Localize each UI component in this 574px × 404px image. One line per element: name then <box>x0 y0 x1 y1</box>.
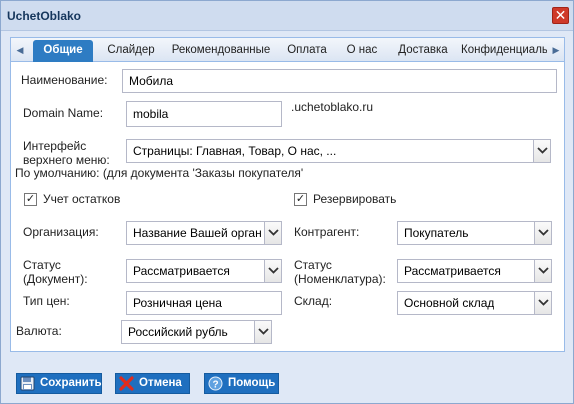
close-button[interactable]: ✕ <box>552 7 569 24</box>
domain-label: Domain Name: <box>23 106 104 120</box>
tab-privacy[interactable]: Конфиденциальность <box>461 40 547 62</box>
price-type-label: Тип цен: <box>23 294 70 308</box>
tab-scroll-right-icon[interactable]: ▶ <box>549 42 563 58</box>
tab-payment[interactable]: Оплата <box>277 40 337 62</box>
domain-suffix: .uchetoblako.ru <box>291 100 374 114</box>
tab-slider[interactable]: Слайдер <box>97 40 165 62</box>
menu-select[interactable]: Страницы: Главная, Товар, О нас, ... <box>126 139 551 163</box>
currency-select[interactable]: Российский рубль <box>121 320 272 344</box>
tab-recommended[interactable]: Рекомендованные <box>165 40 277 62</box>
chevron-down-icon[interactable] <box>533 140 550 162</box>
currency-label: Валюта: <box>16 324 62 338</box>
counterparty-select[interactable]: Покупатель <box>397 221 552 245</box>
stock-label: Учет остатков <box>43 192 121 206</box>
chevron-down-icon[interactable] <box>534 260 551 282</box>
warehouse-select-value: Основной склад <box>404 296 495 310</box>
status-doc-select-value: Рассматривается <box>133 264 230 278</box>
chevron-down-icon[interactable] <box>534 292 551 314</box>
chevron-down-icon[interactable] <box>264 260 281 282</box>
svg-text:?: ? <box>212 380 218 391</box>
counterparty-label: Контрагент: <box>294 225 360 239</box>
name-input[interactable]: Мобила <box>122 69 557 93</box>
status-nom-select-value: Рассматривается <box>404 264 501 278</box>
tab-delivery[interactable]: Доставка <box>389 40 457 62</box>
reserve-checkbox[interactable]: ✓ <box>294 193 307 206</box>
domain-input[interactable]: mobila <box>126 101 282 127</box>
save-icon <box>20 376 35 391</box>
org-label: Организация: <box>23 225 99 239</box>
tab-about[interactable]: О нас <box>337 40 387 62</box>
menu-label-line2: верхнего меню: <box>23 153 110 167</box>
help-icon: ? <box>208 376 223 391</box>
tab-strip: ◀ Общие Слайдер Рекомендованные Оплата О… <box>11 38 564 62</box>
name-label: Наименование: <box>21 73 108 87</box>
counterparty-select-value: Покупатель <box>404 226 469 240</box>
status-nom-label-line1: Статус <box>294 258 332 272</box>
chevron-down-icon[interactable] <box>254 321 271 343</box>
org-select-value: Название Вашей организации <box>133 226 261 240</box>
save-button[interactable]: Сохранить <box>16 373 102 394</box>
currency-select-value: Российский рубль <box>128 325 228 339</box>
menu-label-line1: Интерфейс <box>23 139 87 153</box>
stock-checkbox[interactable]: ✓ <box>24 193 37 206</box>
reserve-label: Резервировать <box>313 192 397 206</box>
menu-select-value: Страницы: Главная, Товар, О нас, ... <box>133 144 337 158</box>
help-button[interactable]: ? Помощь <box>204 373 279 394</box>
tab-scroll-left-icon[interactable]: ◀ <box>13 42 27 58</box>
status-nom-label-line2: (Номенклатура): <box>294 272 386 286</box>
org-select[interactable]: Название Вашей организации <box>126 221 282 245</box>
cancel-button[interactable]: Отмена <box>115 373 190 394</box>
status-doc-label-line1: Статус <box>23 258 61 272</box>
tab-general[interactable]: Общие <box>33 40 93 62</box>
settings-panel: ◀ Общие Слайдер Рекомендованные Оплата О… <box>10 37 565 352</box>
save-label: Сохранить <box>40 377 102 389</box>
close-icon: ✕ <box>554 7 567 23</box>
status-nom-select[interactable]: Рассматривается <box>397 259 552 283</box>
cancel-x-icon <box>119 376 134 391</box>
default-hint: По умолчанию: (для документа 'Заказы пок… <box>15 166 304 180</box>
warehouse-select[interactable]: Основной склад <box>397 291 552 315</box>
chevron-down-icon[interactable] <box>534 222 551 244</box>
cancel-label: Отмена <box>139 377 182 389</box>
title-bar[interactable]: UchetOblako ✕ <box>1 1 573 31</box>
chevron-down-icon[interactable] <box>264 222 281 244</box>
window-title: UchetOblako <box>7 9 82 23</box>
status-doc-select[interactable]: Рассматривается <box>126 259 282 283</box>
status-doc-label-line2: (Документ): <box>23 272 88 286</box>
help-label: Помощь <box>228 377 276 389</box>
warehouse-label: Склад: <box>294 294 333 308</box>
price-type-input[interactable]: Розничная цена <box>126 291 282 315</box>
dialog-window: UchetOblako ✕ ◀ Общие Слайдер Рекомендов… <box>0 0 574 404</box>
